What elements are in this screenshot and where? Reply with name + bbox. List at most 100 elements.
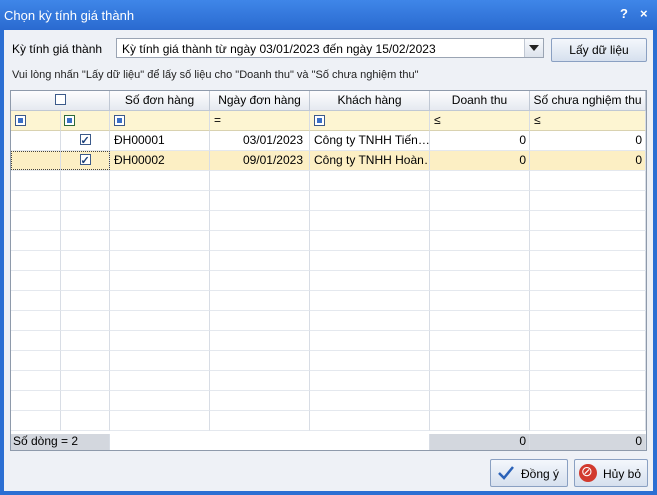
empty-cell [61, 271, 110, 291]
empty-cell [430, 351, 530, 371]
col-order-date[interactable]: Ngày đơn hàng [210, 91, 310, 111]
filter-check-icon[interactable] [64, 115, 75, 126]
customer-cell[interactable]: Công ty TNHH Tiến… [310, 131, 430, 151]
empty-cell [310, 331, 430, 351]
title-bar[interactable]: Chọn kỳ tính giá thành ? × [0, 0, 657, 30]
empty-cell [310, 311, 430, 331]
empty-cell [430, 311, 530, 331]
period-label: Kỳ tính giá thành [12, 42, 103, 56]
filter-unaccepted[interactable]: ≤ [530, 111, 646, 131]
table-row[interactable]: ĐH00001 03/01/2023 Công ty TNHH Tiến… 0 … [11, 131, 646, 151]
focus-rectangle [11, 151, 110, 170]
empty-cell [310, 211, 430, 231]
filter-order-date[interactable]: = [210, 111, 310, 131]
empty-cell [61, 311, 110, 331]
filter-icon[interactable] [314, 115, 325, 126]
empty-cell [11, 391, 61, 411]
revenue-cell[interactable]: 0 [430, 151, 530, 171]
customer-cell[interactable]: Công ty TNHH Hoàn… [310, 151, 430, 171]
empty-cell [210, 271, 310, 291]
filter-revenue[interactable]: ≤ [430, 111, 530, 131]
filter-customer[interactable] [310, 111, 430, 131]
lte-operator[interactable]: ≤ [534, 113, 541, 127]
empty-cell [61, 331, 110, 351]
order-no-cell[interactable]: ĐH00002 [110, 151, 210, 171]
filter-order-no[interactable] [110, 111, 210, 131]
fetch-data-button[interactable]: Lấy dữ liệu [551, 38, 647, 62]
hint-text: Vui lòng nhấn "Lấy dữ liệu" để lấy số li… [12, 69, 419, 81]
row-checkbox[interactable] [79, 132, 91, 150]
empty-cell [110, 371, 210, 391]
empty-cell [11, 371, 61, 391]
empty-cell [210, 291, 310, 311]
empty-cell [110, 331, 210, 351]
empty-cell [210, 411, 310, 431]
empty-cell [11, 231, 61, 251]
empty-cell [110, 171, 210, 191]
close-button[interactable]: × [640, 6, 648, 21]
footer-spacer [110, 434, 430, 450]
unaccepted-total: 0 [530, 434, 646, 450]
unaccepted-cell[interactable]: 0 [530, 151, 646, 171]
empty-cell [430, 171, 530, 191]
filter-icon[interactable] [15, 115, 26, 126]
help-button[interactable]: ? [620, 6, 628, 21]
empty-cell [430, 371, 530, 391]
chevron-down-icon[interactable] [524, 39, 543, 57]
empty-cell [110, 251, 210, 271]
empty-cell [310, 171, 430, 191]
col-revenue[interactable]: Doanh thu [430, 91, 530, 111]
select-all-header[interactable] [11, 91, 110, 111]
unaccepted-cell[interactable]: 0 [530, 131, 646, 151]
dialog-body: Kỳ tính giá thành Kỳ tính giá thành từ n… [4, 30, 653, 491]
orders-grid: Số đơn hàng Ngày đơn hàng Khách hàng Doa… [10, 90, 647, 451]
filter-cell[interactable] [11, 111, 61, 131]
select-all-checkbox[interactable] [54, 94, 66, 106]
empty-cell [530, 211, 646, 231]
empty-row [11, 311, 646, 331]
empty-cell [61, 351, 110, 371]
row-indicator[interactable] [11, 131, 61, 151]
empty-cell [61, 191, 110, 211]
empty-cell [210, 391, 310, 411]
filter-icon[interactable] [114, 115, 125, 126]
empty-row [11, 371, 646, 391]
col-order-no[interactable]: Số đơn hàng [110, 91, 210, 111]
cancel-icon [579, 463, 597, 482]
empty-cell [210, 231, 310, 251]
empty-row [11, 391, 646, 411]
period-combobox[interactable]: Kỳ tính giá thành từ ngày 03/01/2023 đến… [116, 38, 544, 58]
order-date-cell[interactable]: 03/01/2023 [210, 131, 310, 151]
col-customer[interactable]: Khách hàng [310, 91, 430, 111]
cancel-button[interactable]: Hủy bỏ [574, 459, 648, 487]
empty-cell [530, 391, 646, 411]
empty-cell [110, 271, 210, 291]
empty-cell [430, 391, 530, 411]
table-row-selected[interactable]: ĐH00002 09/01/2023 Công ty TNHH Hoàn… 0 … [11, 151, 646, 171]
empty-cell [61, 171, 110, 191]
cancel-label: Hủy bỏ [603, 467, 642, 481]
ok-button[interactable]: Đồng ý [490, 459, 568, 487]
empty-cell [61, 411, 110, 431]
empty-cell [310, 411, 430, 431]
order-date-cell[interactable]: 09/01/2023 [210, 151, 310, 171]
empty-cell [430, 411, 530, 431]
empty-cell [11, 291, 61, 311]
period-value: Kỳ tính giá thành từ ngày 03/01/2023 đến… [122, 42, 436, 56]
revenue-total: 0 [430, 434, 530, 450]
grid-header: Số đơn hàng Ngày đơn hàng Khách hàng Doa… [11, 91, 646, 111]
row-checkbox-cell[interactable] [61, 131, 110, 151]
empty-cell [210, 211, 310, 231]
equals-operator[interactable]: = [214, 113, 221, 127]
revenue-cell[interactable]: 0 [430, 131, 530, 151]
lte-operator[interactable]: ≤ [434, 113, 441, 127]
empty-cell [310, 251, 430, 271]
order-no-cell[interactable]: ĐH00001 [110, 131, 210, 151]
empty-cell [430, 271, 530, 291]
empty-row [11, 291, 646, 311]
empty-cell [110, 351, 210, 371]
filter-cell[interactable] [61, 111, 110, 131]
empty-row [11, 351, 646, 371]
empty-cell [430, 211, 530, 231]
col-unaccepted[interactable]: Số chưa nghiệm thu [530, 91, 646, 111]
